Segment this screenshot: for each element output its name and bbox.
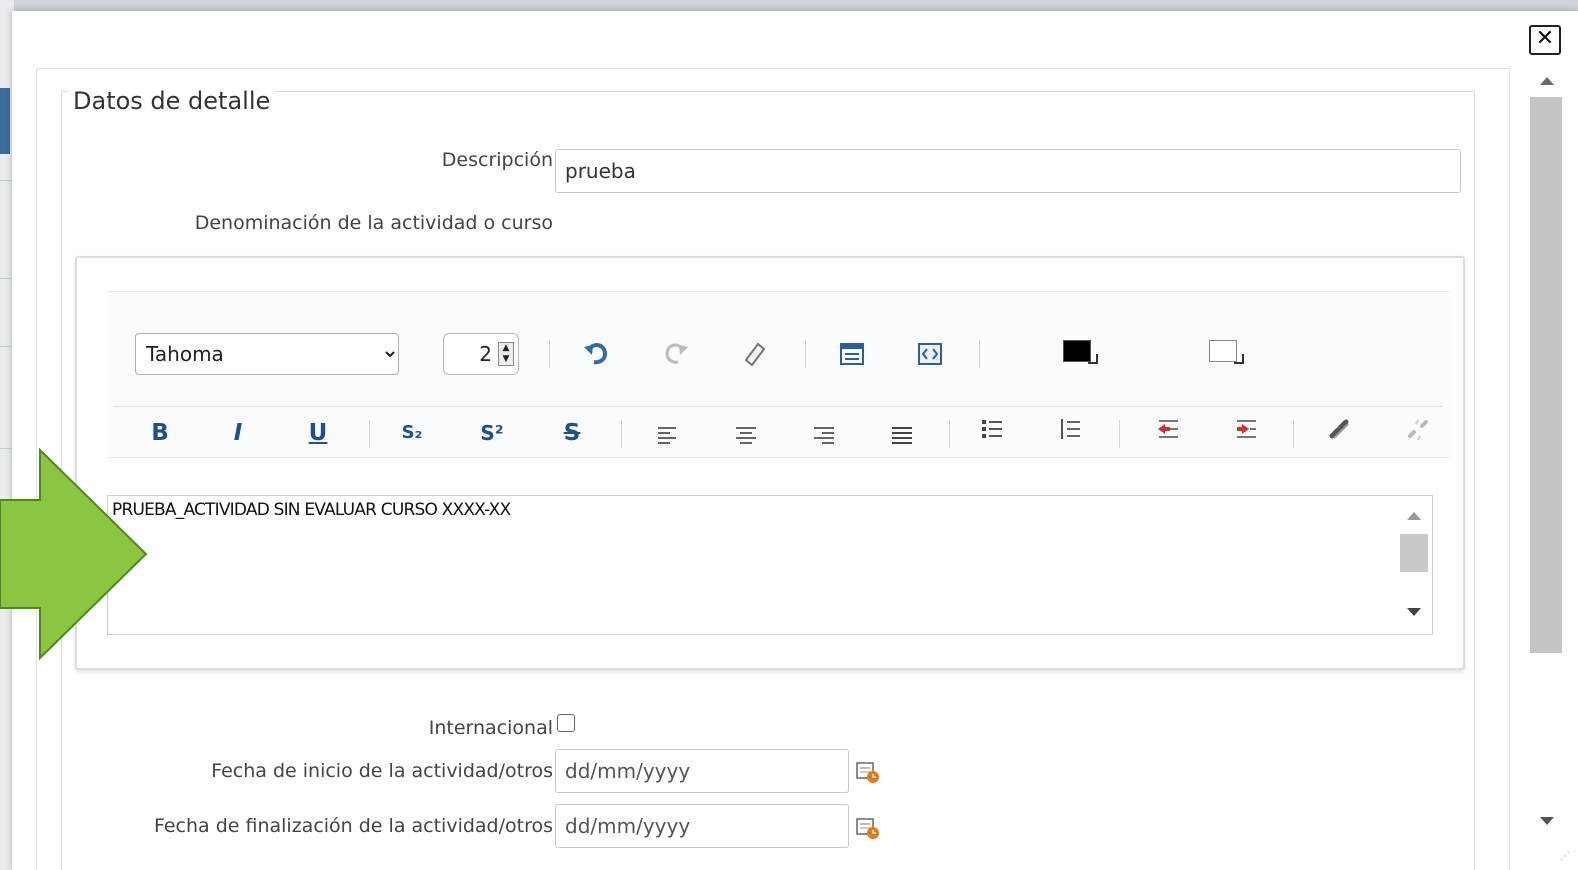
editor-scrollbar[interactable] (1396, 496, 1432, 634)
text-color-icon[interactable] (1057, 336, 1107, 370)
internacional-checkbox[interactable] (557, 714, 575, 732)
subscript-icon[interactable]: S₂ (395, 416, 429, 450)
calendar-icon[interactable] (855, 815, 881, 841)
scrollbar-thumb[interactable] (1400, 534, 1428, 572)
background-divider (0, 278, 12, 279)
eraser-icon[interactable] (737, 338, 771, 372)
justify-icon[interactable] (885, 418, 919, 452)
dialog-content: Datos de detalle Descripción Denominació… (36, 68, 1510, 870)
toolbar-separator (621, 420, 622, 448)
unlink-icon[interactable] (1401, 416, 1435, 450)
toolbar-separator (949, 420, 950, 448)
detail-dialog: ✕ ⋰ Datos de detalle Descripción Denomin… (12, 11, 1578, 870)
html-view-icon[interactable] (913, 340, 947, 374)
scroll-down-icon[interactable] (1540, 817, 1554, 825)
fieldset-legend: Datos de detalle (69, 87, 275, 115)
align-right-icon[interactable] (807, 418, 841, 452)
link-icon[interactable] (1323, 416, 1357, 450)
close-button[interactable]: ✕ (1529, 25, 1561, 55)
italic-icon[interactable]: I (221, 416, 255, 450)
toolbar-separator (369, 420, 370, 448)
background-color-swatch (1209, 340, 1244, 364)
scroll-down-icon[interactable] (1407, 608, 1421, 616)
toolbar-row-divider (113, 406, 1443, 407)
strikethrough-icon[interactable]: S (555, 416, 589, 450)
indent-icon[interactable] (1229, 416, 1263, 450)
internacional-label: Internacional (428, 717, 553, 739)
align-center-icon[interactable] (729, 418, 763, 452)
editor-text-area[interactable]: PRUEBA_ACTIVIDAD SIN EVALUAR CURSO XXXX-… (107, 495, 1433, 635)
fecha-inicio-input[interactable] (555, 749, 849, 793)
fecha-fin-label: Fecha de finalización de la actividad/ot… (153, 815, 553, 837)
resize-grip-icon[interactable]: ⋰ (1560, 851, 1570, 862)
fecha-fin-input[interactable] (555, 804, 849, 848)
underline-icon[interactable]: U (301, 416, 335, 450)
toolbar-separator (1293, 420, 1294, 448)
editor-content: PRUEBA_ACTIVIDAD SIN EVALUAR CURSO XXXX-… (112, 500, 511, 520)
bullet-list-icon[interactable] (975, 416, 1009, 450)
background-color-icon[interactable] (1203, 336, 1253, 370)
background-divider (0, 180, 12, 181)
scroll-up-icon[interactable] (1407, 512, 1421, 520)
bold-icon[interactable]: B (143, 416, 177, 450)
font-size-stepper[interactable]: 2 ▲ ▼ (443, 333, 519, 375)
spinner-icon[interactable]: ▲ ▼ (498, 342, 514, 366)
dialog-scrollbar[interactable] (1528, 69, 1566, 849)
scrollbar-thumb[interactable] (1530, 97, 1562, 653)
text-color-swatch (1063, 340, 1098, 364)
fecha-inicio-label: Fecha de inicio de la actividad/otros (211, 760, 553, 782)
font-family-select[interactable]: Tahoma (135, 333, 399, 375)
superscript-icon[interactable]: S² (475, 416, 509, 450)
toolbar-separator (1119, 420, 1120, 448)
scroll-up-icon[interactable] (1540, 77, 1554, 85)
descripcion-input[interactable] (555, 149, 1461, 193)
design-view-icon[interactable] (835, 340, 869, 374)
denominacion-label: Denominación de la actividad o curso (194, 212, 553, 234)
undo-icon[interactable] (579, 338, 613, 372)
toolbar-separator (549, 340, 550, 368)
calendar-icon[interactable] (855, 759, 881, 785)
toolbar-separator (979, 340, 980, 368)
toolbar-separator (805, 340, 806, 368)
background-tab (0, 88, 10, 154)
align-left-icon[interactable] (651, 418, 685, 452)
outdent-icon[interactable] (1151, 416, 1185, 450)
annotation-arrow-icon (0, 448, 148, 661)
close-icon: ✕ (1535, 26, 1555, 51)
redo-icon[interactable] (659, 338, 693, 372)
descripcion-label: Descripción (441, 149, 553, 171)
font-size-value: 2 (479, 342, 492, 366)
editor-toolbar: Tahoma 2 ▲ ▼ B I U S₂ S² S (107, 291, 1449, 458)
rich-text-editor: Tahoma 2 ▲ ▼ B I U S₂ S² S PRUEBA_ACTIVI… (75, 256, 1465, 670)
numbered-list-icon[interactable] (1053, 416, 1087, 450)
background-divider (0, 346, 12, 347)
